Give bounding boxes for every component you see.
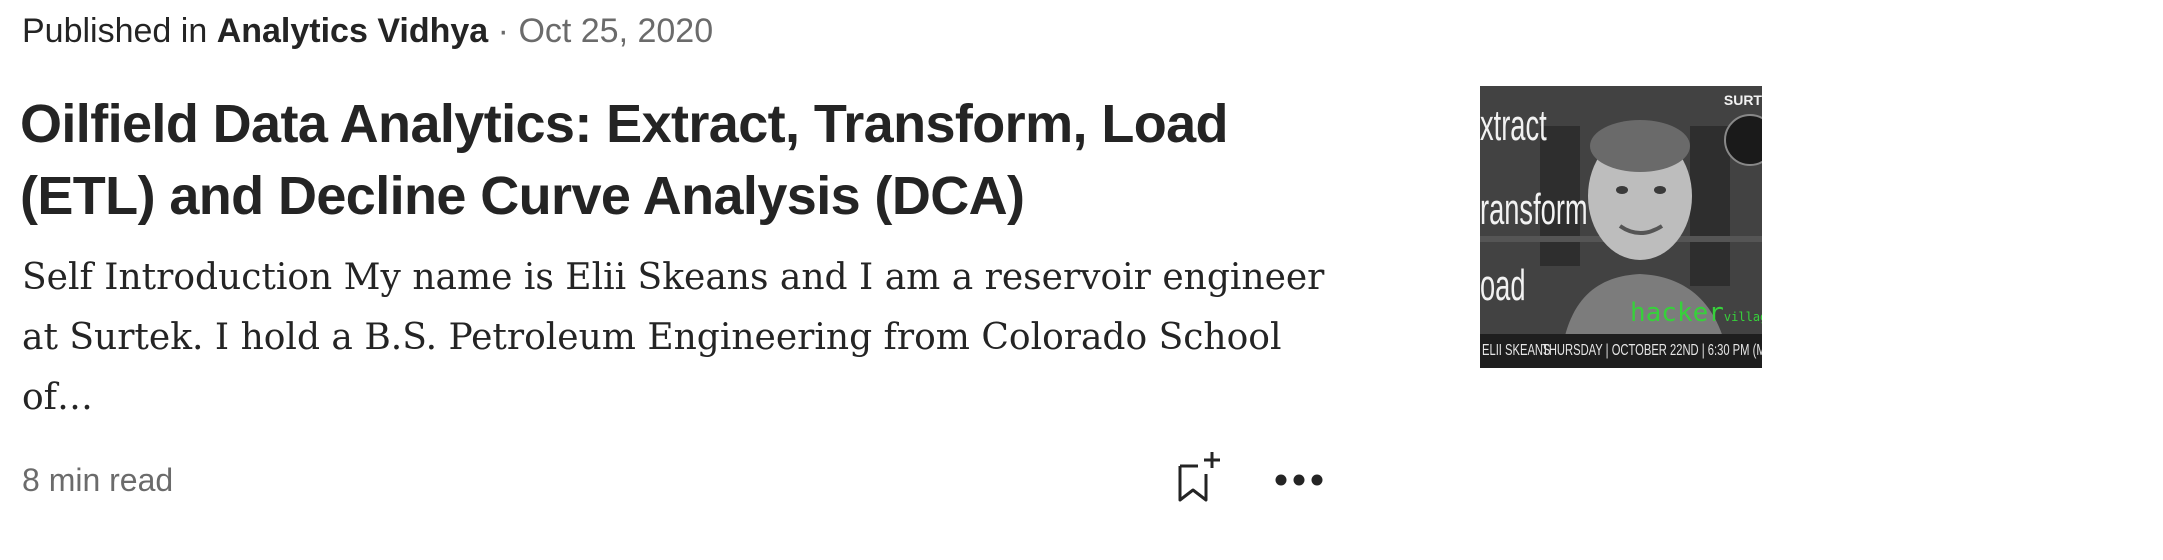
read-time: 8 min read (22, 462, 174, 498)
article-excerpt[interactable]: Self Introduction My name is Elii Skeans… (22, 248, 1342, 428)
more-options-button[interactable] (1270, 458, 1330, 502)
save-to-list-button[interactable] (1168, 448, 1228, 508)
article-preview-card[interactable]: Published in Analytics Vidhya · Oct 25, … (0, 0, 2163, 560)
thumbnail-footer: ELII SKEANS THURSDAY | OCTOBER 22ND | 6:… (1480, 334, 1762, 368)
meta-separator: · (497, 12, 509, 50)
thumbnail-text-extract: xtract (1480, 101, 1547, 150)
article-title[interactable]: Oilfield Data Analytics: Extract, Transf… (20, 88, 1320, 232)
article-thumbnail[interactable]: xtract ransform oad SURT hackervillage E… (1480, 86, 1762, 368)
thumbnail-event-date: THURSDAY | OCTOBER 22ND | 6:30 PM (MT (1542, 342, 1762, 359)
thumbnail-text-transform: ransform (1480, 185, 1588, 234)
more-horizontal-icon (1275, 474, 1323, 486)
thumbnail-corner-text: SURT (1723, 92, 1762, 108)
publish-date: Oct 25, 2020 (518, 12, 714, 50)
thumbnail-text-load: oad (1480, 261, 1526, 310)
publication-link[interactable]: Analytics Vidhya (217, 12, 489, 50)
bookmark-add-icon (1178, 452, 1220, 502)
published-in-label: Published in (22, 12, 208, 50)
hacker-village-logo: hackervillage (1630, 298, 1762, 328)
thumbnail-speaker-name: ELII SKEANS (1482, 342, 1551, 359)
publication-meta: Published in Analytics Vidhya · Oct 25, … (22, 10, 713, 52)
